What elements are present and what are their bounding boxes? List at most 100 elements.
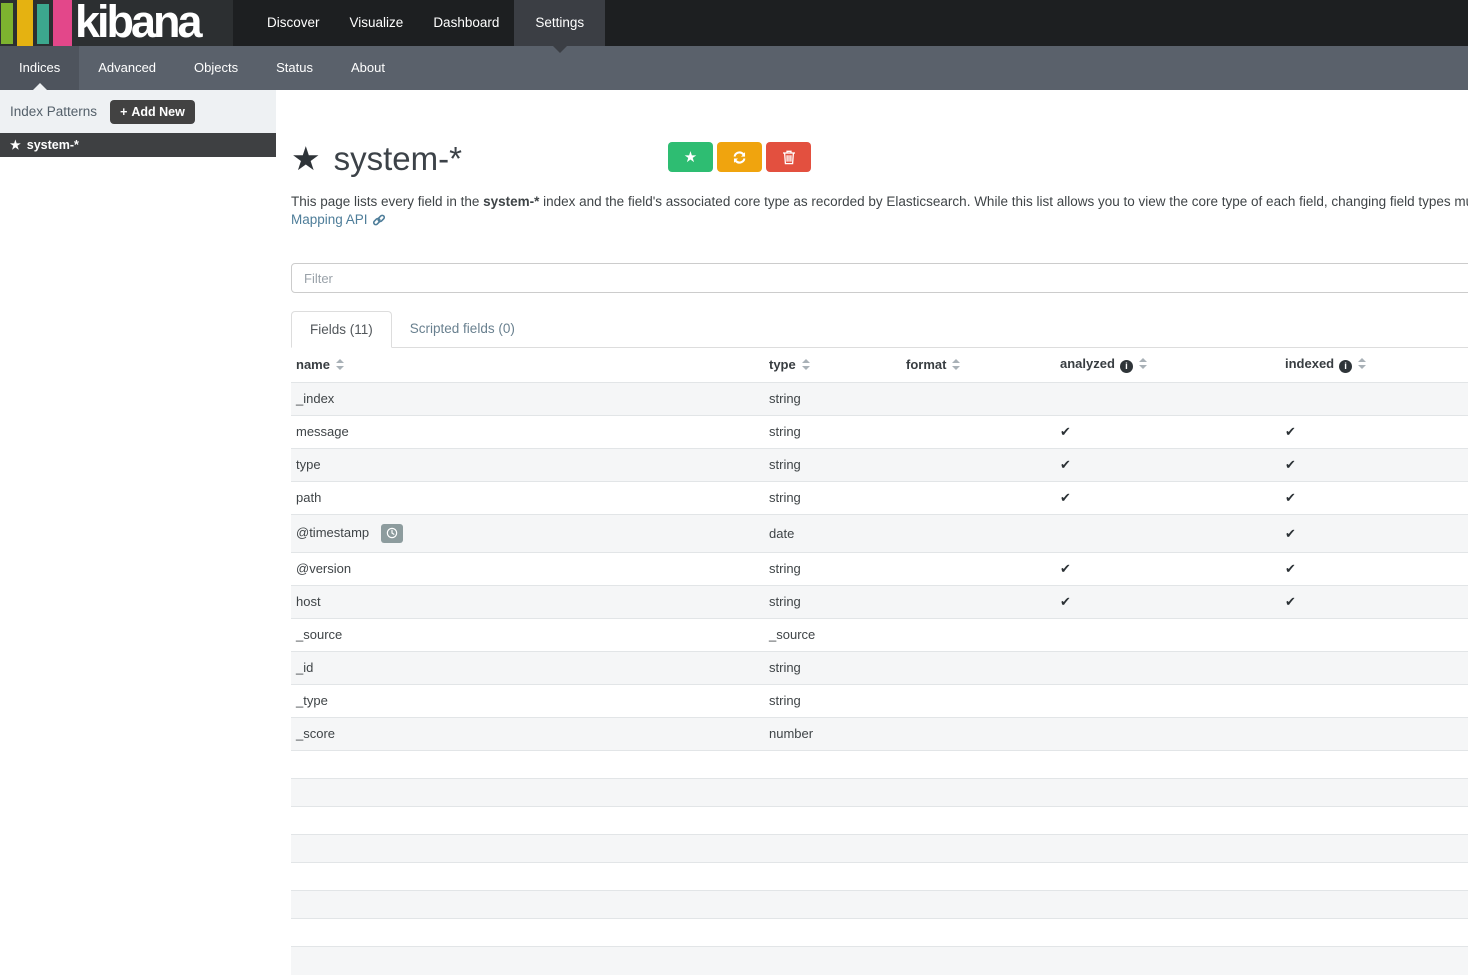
filter-input[interactable] [291,263,1468,293]
field-type-cell: date [764,515,901,553]
check-icon: ✔ [1285,424,1296,439]
sidebar: Index Patterns + Add New ★ system-* [0,90,276,157]
info-icon: i [1120,360,1133,373]
nav-dashboard[interactable]: Dashboard [418,0,514,46]
fields-table: nametypeformatanalyzediindexedi _indexst… [291,348,1468,975]
field-format-cell [901,619,1055,652]
empty-cell [291,947,764,975]
page-description: This page lists every field in the syste… [291,193,1468,211]
refresh-fields-button[interactable] [717,142,762,172]
page-title-text: system-* [334,140,462,178]
field-row: messagestring✔✔ [291,416,1468,449]
kibana-logo[interactable]: kibana [0,0,233,46]
field-format-cell [901,652,1055,685]
sort-icon[interactable] [802,359,810,370]
info-icon: i [1339,360,1352,373]
empty-cell [764,751,901,779]
set-default-index-button[interactable]: ★ [668,142,713,172]
empty-cell [764,947,901,975]
field-name-cell: _source [291,619,764,652]
field-analyzed-cell [1055,619,1280,652]
empty-cell [1280,919,1468,947]
sort-icon[interactable] [1139,358,1147,369]
empty-cell [1055,751,1280,779]
sort-icon[interactable] [336,359,344,370]
field-indexed-cell [1280,619,1468,652]
sort-icon[interactable] [952,359,960,370]
nav-settings[interactable]: Settings [514,0,605,46]
field-format-cell [901,383,1055,416]
mapping-api-link[interactable]: Mapping API [291,211,368,229]
field-analyzed-cell: ✔ [1055,553,1280,586]
field-name-cell: _id [291,652,764,685]
sidebar-item-system-pattern[interactable]: ★ system-* [0,133,276,157]
field-row: hoststring ✔ ✔ [291,586,1468,619]
pattern-name: system-* [27,138,79,152]
field-indexed-cell [1280,718,1468,751]
subnav-indices[interactable]: Indices [0,46,79,90]
field-type-cell: string [764,586,901,619]
field-type-cell: string [764,482,901,515]
column-header-type[interactable]: type [764,348,901,383]
check-icon: ✔ [1060,561,1071,576]
field-type-cell: string [764,383,901,416]
field-indexed-cell: ✔ [1280,416,1468,449]
empty-cell [1055,919,1280,947]
field-type-cell: string [764,652,901,685]
subnav-objects[interactable]: Objects [175,46,257,90]
trash-icon [782,149,796,165]
check-icon: ✔ [1285,457,1296,472]
empty-row [291,751,1468,779]
empty-cell [1280,779,1468,807]
sort-icon[interactable] [1358,358,1366,369]
field-indexed-cell: ✔ [1280,553,1468,586]
column-header-format[interactable]: format [901,348,1055,383]
column-header-name[interactable]: name [291,348,764,383]
field-row: @versionstring✔✔ [291,553,1468,586]
field-row: _id string [291,652,1468,685]
column-header-analyzed[interactable]: analyzedi [1055,348,1280,383]
field-row: _source_source [291,619,1468,652]
add-new-button[interactable]: + Add New [110,100,195,124]
field-name-cell: host [291,586,764,619]
field-name: _id [296,660,313,675]
check-icon: ✔ [1285,594,1296,609]
field-analyzed-cell [1055,515,1280,553]
field-indexed-cell: ✔ [1280,482,1468,515]
empty-cell [1055,947,1280,975]
field-indexed-cell: ✔ [1280,449,1468,482]
nav-discover[interactable]: Discover [252,0,335,46]
empty-cell [1280,863,1468,891]
settings-subnav: Indices Advanced Objects Status About [0,46,1468,90]
nav-visualize[interactable]: Visualize [335,0,419,46]
check-icon: ✔ [1060,457,1071,472]
field-analyzed-cell: ✔ [1055,586,1280,619]
empty-cell [764,891,901,919]
column-label: indexed [1285,356,1334,371]
subnav-advanced[interactable]: Advanced [79,46,175,90]
empty-row [291,863,1468,891]
empty-cell [291,919,764,947]
field-name: _score [296,726,335,741]
subnav-about[interactable]: About [332,46,404,90]
field-type-cell: string [764,685,901,718]
field-name: _type [296,693,328,708]
field-format-cell [901,553,1055,586]
field-indexed-cell: ✔ [1280,515,1468,553]
column-label: format [906,357,946,372]
kibana-logo-stripes-icon [0,0,72,46]
brand-wordmark: kibana [75,0,200,44]
field-name-cell: _index [291,383,764,416]
pattern-actions: ★ [668,142,811,172]
field-indexed-cell [1280,383,1468,416]
link-icon [372,213,386,227]
subnav-status[interactable]: Status [257,46,332,90]
remove-pattern-button[interactable] [766,142,811,172]
index-name-emphasis: system-* [483,194,539,209]
star-icon: ★ [684,148,697,166]
tab-fields[interactable]: Fields (11) [291,311,392,348]
tab-scripted-fields[interactable]: Scripted fields (0) [392,311,533,347]
column-header-indexed[interactable]: indexed i [1280,348,1468,383]
field-name-cell: @version [291,553,764,586]
empty-cell [1280,835,1468,863]
